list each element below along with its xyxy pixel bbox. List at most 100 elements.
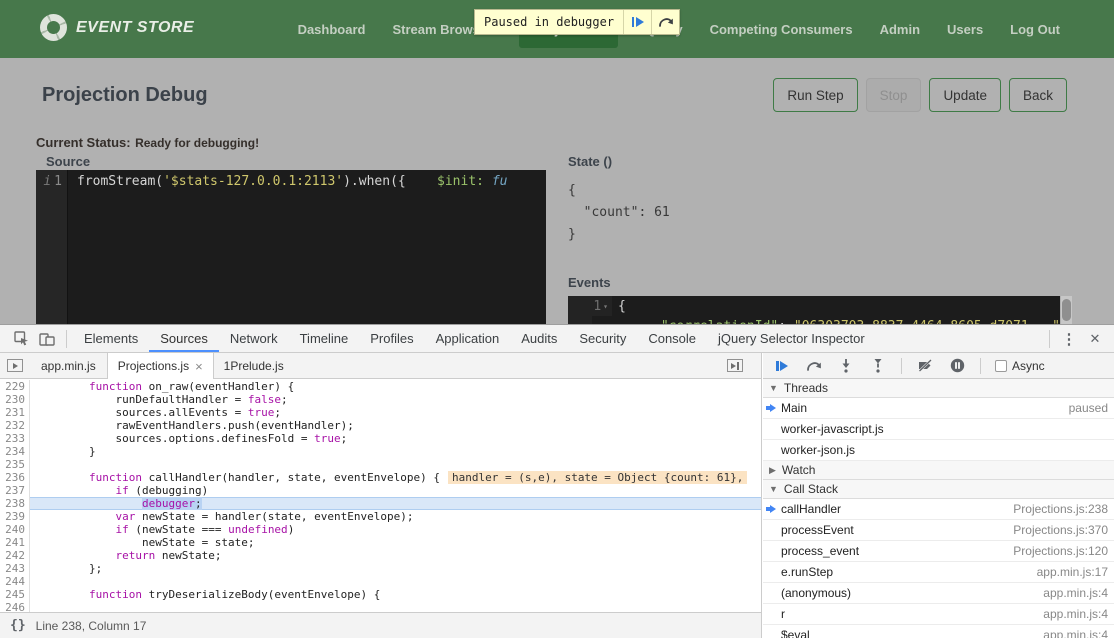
step-out-button[interactable] bbox=[869, 357, 887, 375]
nav-item-users[interactable]: Users bbox=[947, 22, 983, 37]
devtools-tab-sources[interactable]: Sources bbox=[149, 325, 219, 352]
async-checkbox[interactable]: Async bbox=[995, 359, 1045, 373]
step-into-button[interactable] bbox=[837, 357, 855, 375]
show-debugger-sidebar-button[interactable] bbox=[727, 359, 743, 372]
nav-item-admin[interactable]: Admin bbox=[880, 22, 920, 37]
banner-resume-script-button[interactable] bbox=[623, 10, 651, 34]
line-number[interactable]: 242 bbox=[0, 549, 30, 562]
devtools-tab-console[interactable]: Console bbox=[637, 325, 707, 352]
line-number[interactable]: 244 bbox=[0, 575, 30, 588]
brand[interactable]: EVENT STORE bbox=[40, 14, 194, 41]
code-line-237[interactable]: 237 if (debugging) bbox=[0, 484, 761, 497]
code-line-243[interactable]: 243 }; bbox=[0, 562, 761, 575]
events-editor[interactable]: 1▾ { "correlationId": "06303703-8837-446… bbox=[568, 296, 1060, 324]
code-line-240[interactable]: 240 if (newState === undefined) bbox=[0, 523, 761, 536]
show-navigator-button[interactable] bbox=[7, 359, 23, 372]
nav-item-competing-consumers[interactable]: Competing Consumers bbox=[710, 22, 853, 37]
step-over-button[interactable] bbox=[805, 357, 823, 375]
devtools-tab-elements[interactable]: Elements bbox=[73, 325, 149, 352]
line-number[interactable]: 246 bbox=[0, 601, 30, 612]
code-line-232[interactable]: 232 rawEventHandlers.push(eventHandler); bbox=[0, 419, 761, 432]
line-number[interactable]: 235 bbox=[0, 458, 30, 471]
frame-location: Projections.js:120 bbox=[1013, 544, 1108, 558]
line-number[interactable]: 232 bbox=[0, 419, 30, 432]
resume-button[interactable] bbox=[773, 357, 791, 375]
devtools-tab-network[interactable]: Network bbox=[219, 325, 289, 352]
line-number[interactable]: 239 bbox=[0, 510, 30, 523]
step-over-icon bbox=[806, 360, 822, 372]
code-line-234[interactable]: 234 } bbox=[0, 445, 761, 458]
banner-step-over-button[interactable] bbox=[651, 10, 679, 34]
pause-on-exceptions-button[interactable] bbox=[948, 357, 966, 375]
devtools-menu-button[interactable]: ⋮ bbox=[1056, 328, 1082, 350]
nav-item-log-out[interactable]: Log Out bbox=[1010, 22, 1060, 37]
triangle-right-icon: ▶ bbox=[769, 465, 776, 476]
file-tab-app-min-js[interactable]: app.min.js bbox=[31, 353, 107, 378]
line-number[interactable]: 231 bbox=[0, 406, 30, 419]
file-tab-projections-js[interactable]: Projections.js× bbox=[107, 353, 214, 379]
devtools-tab-timeline[interactable]: Timeline bbox=[289, 325, 360, 352]
devtools-tab-security[interactable]: Security bbox=[568, 325, 637, 352]
source-code-lines[interactable]: 229 function on_raw(eventHandler) {230 r… bbox=[0, 380, 761, 612]
line-number[interactable]: 236 bbox=[0, 471, 30, 484]
section-header-threads[interactable]: ▼Threads bbox=[763, 379, 1114, 398]
update-button[interactable]: Update bbox=[929, 78, 1001, 112]
devtools-tab-application[interactable]: Application bbox=[425, 325, 511, 352]
stack-frame-callhandler[interactable]: callHandlerProjections.js:238 bbox=[763, 499, 1114, 520]
line-number[interactable]: 238 bbox=[0, 497, 30, 510]
source-editor-line: fromStream('$stats-127.0.0.1:2113').when… bbox=[68, 170, 507, 324]
section-header-call-stack[interactable]: ▼Call Stack bbox=[763, 479, 1114, 499]
back-button[interactable]: Back bbox=[1009, 78, 1067, 112]
code-line-241[interactable]: 241 newState = state; bbox=[0, 536, 761, 549]
fold-arrow-icon[interactable]: ▾ bbox=[603, 302, 608, 311]
source-code-editor[interactable]: i1 fromStream('$stats-127.0.0.1:2113').w… bbox=[36, 170, 546, 324]
file-tab-1prelude-js[interactable]: 1Prelude.js bbox=[214, 353, 295, 378]
stack-frame-r[interactable]: rapp.min.js:4 bbox=[763, 604, 1114, 625]
devtools-toolbar: ElementsSourcesNetworkTimelineProfilesAp… bbox=[0, 325, 1114, 353]
code-line-235[interactable]: 235 bbox=[0, 458, 761, 471]
code-line-239[interactable]: 239 var newState = handler(state, eventE… bbox=[0, 510, 761, 523]
code-line-236[interactable]: 236 function callHandler(handler, state,… bbox=[0, 471, 761, 484]
code-line-231[interactable]: 231 sources.allEvents = true; bbox=[0, 406, 761, 419]
stack-frame-anonymous[interactable]: (anonymous)app.min.js:4 bbox=[763, 583, 1114, 604]
line-number[interactable]: 233 bbox=[0, 432, 30, 445]
devtools-tab-audits[interactable]: Audits bbox=[510, 325, 568, 352]
close-tab-icon[interactable]: × bbox=[195, 359, 203, 374]
line-number[interactable]: 243 bbox=[0, 562, 30, 575]
code-line-233[interactable]: 233 sources.options.definesFold = true; bbox=[0, 432, 761, 445]
stack-frame-eval[interactable]: $evalapp.min.js:4 bbox=[763, 625, 1114, 638]
pretty-print-button[interactable]: {} bbox=[10, 618, 26, 633]
deactivate-breakpoints-button[interactable] bbox=[916, 357, 934, 375]
inspect-element-button[interactable] bbox=[8, 328, 34, 350]
stack-frame-process-event[interactable]: process_eventProjections.js:120 bbox=[763, 541, 1114, 562]
stack-frame-processevent[interactable]: processEventProjections.js:370 bbox=[763, 520, 1114, 541]
line-number[interactable]: 245 bbox=[0, 588, 30, 601]
thread-row-worker-json-js[interactable]: worker-json.js bbox=[763, 440, 1114, 461]
devtools-tab-jquery-selector-inspector[interactable]: jQuery Selector Inspector bbox=[707, 325, 876, 352]
devtools-tabs: ElementsSourcesNetworkTimelineProfilesAp… bbox=[73, 325, 876, 352]
code-line-229[interactable]: 229 function on_raw(eventHandler) { bbox=[0, 380, 761, 393]
devtools-tab-profiles[interactable]: Profiles bbox=[359, 325, 424, 352]
section-header-watch[interactable]: ▶Watch bbox=[763, 460, 1114, 480]
run-step-button[interactable]: Run Step bbox=[773, 78, 857, 112]
code-line-242[interactable]: 242 return newState; bbox=[0, 549, 761, 562]
line-number[interactable]: 240 bbox=[0, 523, 30, 536]
devtools-close-button[interactable]: ✕ bbox=[1082, 328, 1108, 350]
thread-row-worker-javascript-js[interactable]: worker-javascript.js bbox=[763, 419, 1114, 440]
line-number[interactable]: 241 bbox=[0, 536, 30, 549]
stack-frame-e-runstep[interactable]: e.runStepapp.min.js:17 bbox=[763, 562, 1114, 583]
toggle-device-toolbar-button[interactable] bbox=[34, 328, 60, 350]
line-number[interactable]: 230 bbox=[0, 393, 30, 406]
code-line-244[interactable]: 244 bbox=[0, 575, 761, 588]
code-line-245[interactable]: 245 function tryDeserializeBody(eventEnv… bbox=[0, 588, 761, 601]
code-line-246[interactable]: 246 bbox=[0, 601, 761, 612]
line-number[interactable]: 234 bbox=[0, 445, 30, 458]
line-number[interactable]: 237 bbox=[0, 484, 30, 497]
code-line-230[interactable]: 230 runDefaultHandler = false; bbox=[0, 393, 761, 406]
code-line-238[interactable]: 238 debugger; bbox=[0, 497, 761, 510]
current-position-arrow-icon bbox=[766, 404, 776, 412]
thread-row-main[interactable]: Mainpaused bbox=[763, 398, 1114, 419]
events-scrollbar-thumb[interactable] bbox=[1062, 299, 1071, 321]
nav-item-dashboard[interactable]: Dashboard bbox=[298, 22, 366, 37]
line-number[interactable]: 229 bbox=[0, 380, 30, 393]
